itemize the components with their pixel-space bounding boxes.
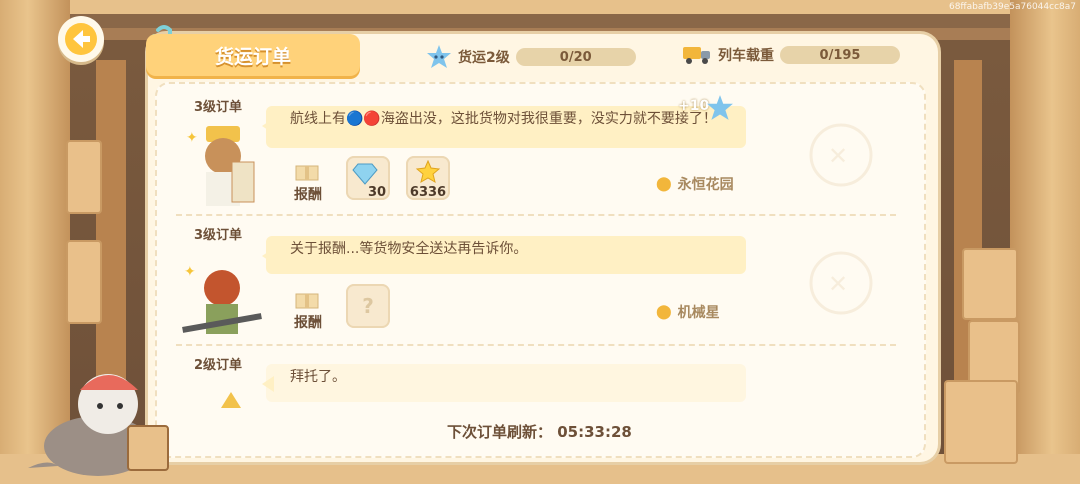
order-message-text: 拜托了。 (290, 369, 346, 385)
ceiling-beam (0, 0, 1080, 14)
character-portrait: ✦ (182, 264, 262, 334)
crate (944, 380, 1018, 464)
train-load-label: 列车载重 (718, 48, 774, 64)
reward-star[interactable]: 6336 (406, 156, 450, 200)
page-title: 货运订单 (214, 45, 291, 68)
back-arrow-icon (65, 23, 97, 55)
order-message-text: 航线上有🔵🔴海盗出没，这批货物对我很重要，没实力就不要接了！ (290, 111, 717, 127)
star-icon (415, 160, 441, 184)
location-pin-icon: ⬤ (656, 176, 672, 192)
train-load-text: 0/195 (819, 47, 861, 63)
location-pin-icon: ⬤ (656, 304, 672, 320)
order-message: 关于报酬...等货物安全送达再告诉你。 (262, 236, 746, 274)
gift-icon (295, 165, 319, 181)
back-button[interactable] (58, 16, 104, 62)
order-card[interactable]: 3级订单 ✦ 航线上有🔵🔴海盗出没，这批货物对我很重要，没实力就不要接了！ +1… (176, 88, 916, 216)
reward-label: 报酬 (294, 315, 322, 331)
train-load-stat: 列车载重 0/195 (682, 44, 900, 66)
gift-icon (295, 293, 319, 309)
order-message-text: 关于报酬...等货物安全送达再告诉你。 (290, 241, 528, 257)
reward-label: 报酬 (294, 187, 322, 203)
stamp-icon: ✕ (809, 123, 873, 187)
destination-name: 永恒花园 (677, 177, 734, 193)
unknown-reward-icon: ? (362, 294, 374, 318)
cargo-level-label: 货运2级 (458, 50, 510, 66)
svg-text:✕: ✕ (828, 270, 848, 298)
cargo-progress-bar: 0/20 (515, 48, 636, 66)
star-badge-icon (427, 45, 451, 68)
svg-text:✕: ✕ (828, 142, 848, 170)
order-message: 拜托了。 (262, 364, 746, 402)
refresh-label: 下次订单刷新： (447, 423, 553, 441)
order-level: 2级订单 (194, 358, 243, 373)
character-portrait: ✦ (186, 126, 255, 206)
refresh-time: 05:33:28 (557, 423, 632, 441)
diamond-icon (352, 163, 378, 185)
destination-name: 机械星 (677, 305, 720, 321)
order-level: 3级订单 (194, 228, 243, 243)
title-tab: 货运订单 (146, 34, 360, 76)
destination: ⬤ 永恒花园 (656, 174, 734, 194)
order-message: 航线上有🔵🔴海盗出没，这批货物对我很重要，没实力就不要接了！ (262, 106, 746, 148)
train-load-bar: 0/195 (780, 46, 900, 64)
divider (176, 214, 896, 216)
truck-icon (683, 47, 710, 64)
seal-mascot (28, 374, 169, 476)
reward-amount: 6336 (409, 185, 447, 200)
svg-text:✦: ✦ (186, 130, 198, 146)
stamp-icon: ✕ (809, 251, 873, 315)
character-portrait (221, 392, 241, 408)
svg-text:✦: ✦ (184, 264, 196, 280)
crate (66, 140, 102, 214)
cargo-level-stat: 货运2级 0/20 (426, 44, 636, 70)
order-card[interactable]: 3级订单 ✦ 关于报酬...等货物安全送达再告诉你。 报酬 ? ⬤ 机械星 ✕ (176, 218, 916, 346)
order-card[interactable]: 2级订单 拜托了。 (176, 346, 916, 408)
reward-amount: 30 (367, 185, 387, 200)
star-badge-icon (707, 95, 733, 120)
order-level: 3级订单 (194, 100, 243, 115)
bonus-text: +10 (678, 98, 710, 114)
destination: ⬤ 机械星 (656, 302, 720, 322)
reward-unknown[interactable]: ? (346, 284, 390, 328)
reward-diamond[interactable]: 30 (346, 156, 390, 200)
crate (962, 248, 1018, 320)
crate (66, 240, 102, 324)
watermark: 68ffabafb39e5a76044cc8a7 (948, 2, 1076, 12)
right-post (1010, 0, 1080, 484)
cargo-progress-text: 0/20 (559, 49, 592, 65)
refresh-timer: 下次订单刷新： 05:33:28 (447, 421, 632, 442)
